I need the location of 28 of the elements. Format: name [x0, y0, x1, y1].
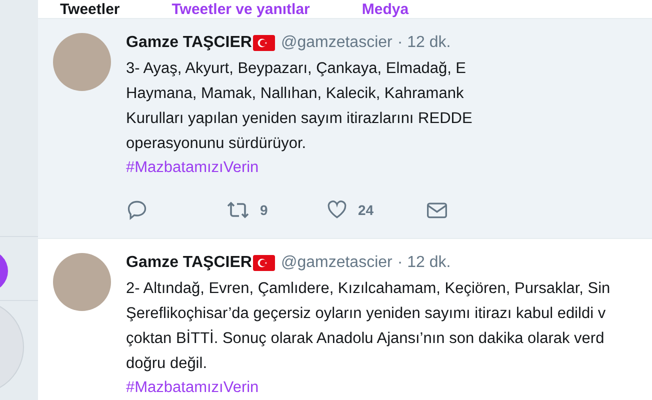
heart-icon[interactable] [326, 199, 348, 221]
tweet-text-line: operasyonunu sürdürüyor. [126, 134, 308, 154]
hashtag-link[interactable]: #MazbatamızıVerin [126, 376, 259, 400]
tweet-text-line: Kurulları yapılan yeniden sayım itirazlarını REDDE [126, 109, 474, 129]
tweet-text-line: Haymana, Mamak, Nallıhan, Kalecik, Kahramank [126, 84, 465, 104]
user-name[interactable]: Gamze TAŞCIER [126, 253, 252, 273]
tweet-time[interactable]: · 12 dk. [397, 253, 451, 273]
reply-icon[interactable] [126, 199, 148, 221]
hashtag-link[interactable]: #MazbatamızıVerin [126, 156, 259, 180]
profile-tab[interactable]: Tweetler [60, 2, 120, 18]
flag-icon [252, 255, 275, 271]
tweet-text-line: doğru değil. [126, 354, 208, 374]
profile-tab[interactable]: Medya [362, 2, 409, 18]
tweet-text-line: çoktan BİTTİ. Sonuç olarak Anadolu Ajansı’nın son dakika olarak verd [126, 328, 606, 349]
user-handle[interactable]: @gamzetascier [280, 253, 392, 273]
tweet-card[interactable] [38, 19, 652, 239]
profile-tab[interactable]: Tweetler ve yanıtlar [172, 2, 310, 18]
flag-icon [252, 35, 275, 51]
tweet-text-line: 2- Altındağ, Evren, Çamlıdere, Kızılcahamam, Keçiören, Pursaklar, Sin [126, 279, 612, 299]
tweet-text-line: 3- Ayaş, Akyurt, Beypazarı, Çankaya, Elmadağ, E [126, 59, 468, 79]
retweet-icon[interactable] [226, 199, 250, 221]
mail-icon[interactable] [426, 200, 448, 220]
like-count: 24 [358, 202, 374, 218]
user-name[interactable]: Gamze TAŞCIER [126, 33, 252, 53]
retweet-count: 9 [260, 202, 268, 218]
tweet-text-line: Şereflikoçhisar’da geçersiz oyların yeniden sayımı itirazı kabul edildi v [126, 304, 607, 324]
tweet-time[interactable]: · 12 dk. [397, 33, 451, 53]
user-handle[interactable]: @gamzetascier [280, 33, 392, 53]
